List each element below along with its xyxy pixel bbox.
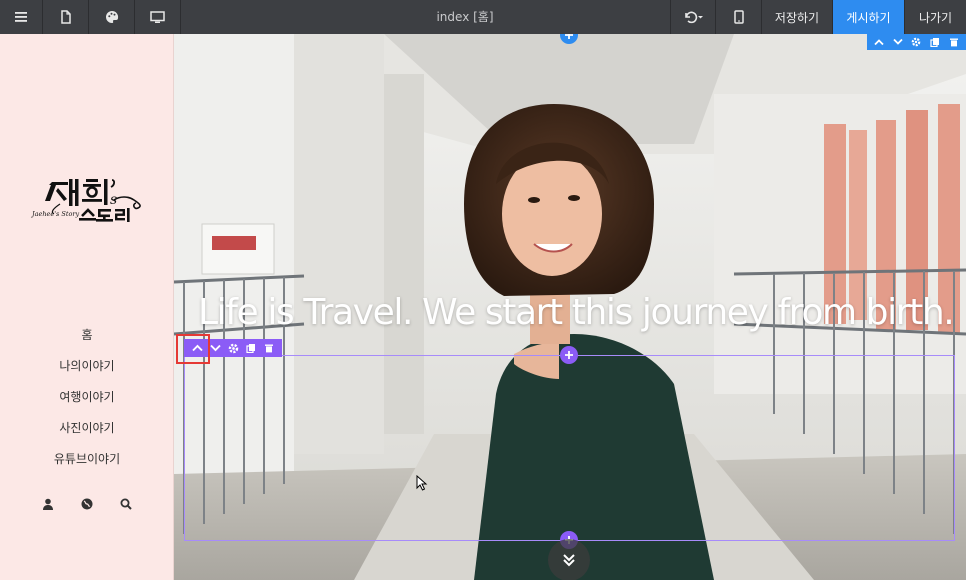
exit-button[interactable]: 나가기 — [904, 0, 966, 34]
settings-icon[interactable] — [909, 35, 923, 49]
user-icon[interactable] — [38, 496, 58, 512]
add-row-top-button[interactable] — [560, 346, 578, 364]
section-toolbar — [867, 34, 966, 50]
highlighted-move-up-button — [176, 334, 210, 364]
copy-icon[interactable] — [928, 35, 942, 49]
row-frame[interactable] — [184, 355, 955, 541]
hero-headline[interactable]: Life is Travel. We start this journey fr… — [198, 292, 958, 333]
site-sidebar: s Jaehee's Story 홈 나의이야기 여행이야기 사진이야기 유튜브… — [0, 34, 174, 580]
nav-item-travel-story[interactable]: 여행이야기 — [0, 382, 174, 413]
mobile-view-button[interactable] — [716, 0, 762, 34]
delete-icon[interactable] — [947, 35, 961, 49]
menu-button[interactable] — [0, 0, 43, 34]
plus-icon — [565, 351, 573, 359]
copy-icon[interactable] — [242, 340, 260, 356]
nav-item-photo-story[interactable]: 사진이야기 — [0, 413, 174, 444]
pages-button[interactable] — [43, 0, 89, 34]
double-chevron-down-icon — [563, 554, 575, 567]
sidebar-nav: 홈 나의이야기 여행이야기 사진이야기 유튜브이야기 — [0, 320, 174, 475]
move-down-icon[interactable] — [891, 35, 905, 49]
delete-icon[interactable] — [260, 340, 278, 356]
globe-icon[interactable] — [77, 496, 97, 512]
svg-text:s: s — [110, 192, 117, 208]
editor-toolbar: index [홈] 저장하기 게시하기 나가기 — [0, 0, 966, 34]
settings-icon[interactable] — [224, 340, 242, 356]
design-button[interactable] — [89, 0, 135, 34]
page-icon — [60, 10, 72, 24]
hero-section[interactable]: Life is Travel. We start this journey fr… — [174, 34, 966, 580]
nav-item-my-story[interactable]: 나의이야기 — [0, 351, 174, 382]
mobile-icon — [733, 10, 744, 24]
menu-icon — [14, 11, 28, 23]
save-button[interactable]: 저장하기 — [762, 0, 833, 34]
desktop-view-button[interactable] — [135, 0, 181, 34]
desktop-icon — [150, 10, 165, 24]
sidebar-icons — [38, 496, 136, 512]
undo-button[interactable] — [670, 0, 716, 34]
scroll-down-button[interactable] — [548, 539, 590, 580]
move-up-icon[interactable] — [872, 35, 886, 49]
nav-item-home[interactable]: 홈 — [0, 320, 174, 351]
plus-icon — [565, 34, 573, 39]
mouse-cursor — [416, 474, 428, 495]
svg-text:Jaehee's Story: Jaehee's Story — [30, 210, 79, 218]
search-icon[interactable] — [116, 496, 136, 512]
page-title: index [홈] — [436, 10, 494, 24]
undo-icon — [682, 10, 704, 24]
publish-button[interactable]: 게시하기 — [833, 0, 904, 34]
nav-item-youtube-story[interactable]: 유튜브이야기 — [0, 444, 174, 475]
palette-icon — [105, 10, 119, 24]
site-logo[interactable]: s Jaehee's Story — [30, 176, 146, 268]
